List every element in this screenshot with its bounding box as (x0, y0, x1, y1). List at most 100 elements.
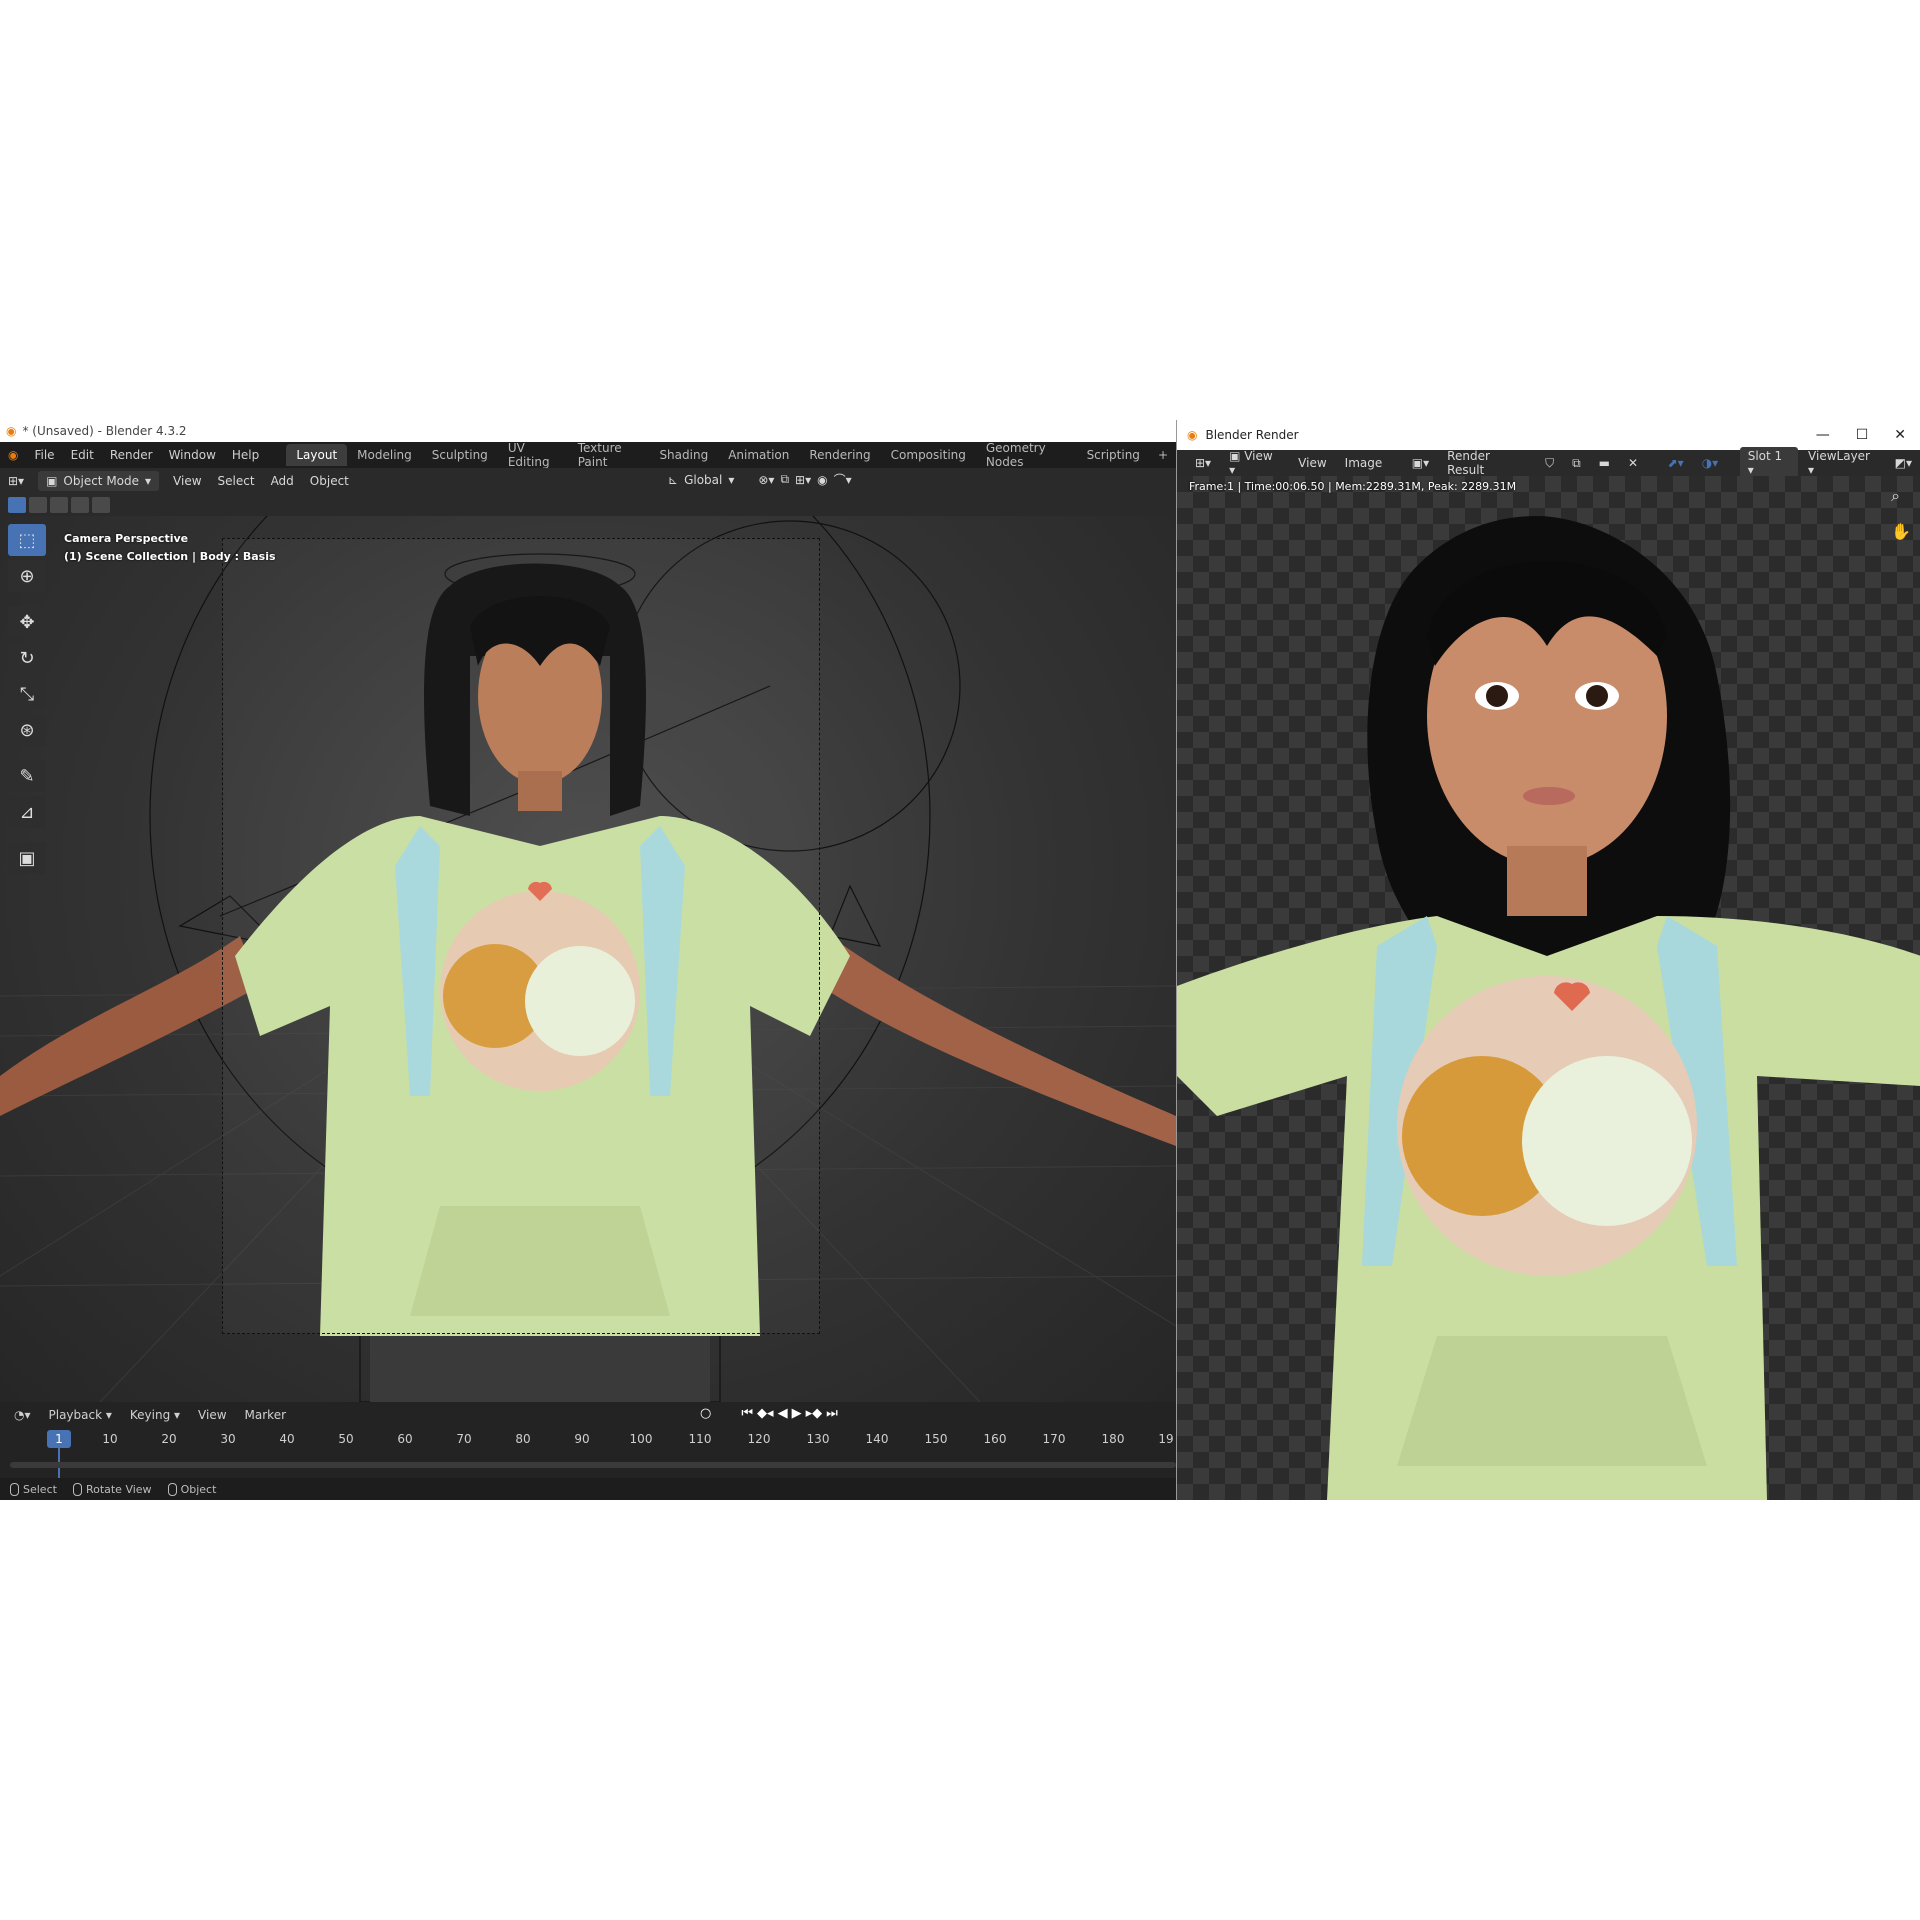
measure-icon[interactable]: ⊿ (8, 796, 46, 828)
transform-orientation-dropdown[interactable]: ⊾ Global ▾ ⊗▾ ⧉ ⊞▾ ◉ ⌒▾ (668, 471, 852, 488)
frame-tick: 130 (806, 1432, 830, 1446)
image-browse-icon[interactable]: ▣▾ (1404, 453, 1437, 473)
editor-type-icon[interactable]: ⊞▾ (0, 471, 32, 491)
chevron-down-icon: ▾ (728, 472, 735, 487)
3d-viewport[interactable]: Camera Perspective (1) Scene Collection … (0, 516, 1176, 1402)
tab-shading[interactable]: Shading (649, 444, 718, 466)
transform-icon[interactable]: ⊛ (8, 714, 46, 746)
select-extend-icon[interactable] (29, 497, 47, 513)
camera-frame (222, 538, 820, 1334)
menu-render[interactable]: Render (102, 448, 161, 462)
blender-logo-icon: ◉ (6, 424, 17, 438)
display-channels-icon[interactable]: ◩▾ (1887, 453, 1920, 473)
tab-layout[interactable]: Layout (286, 444, 348, 466)
proportional-edit-icon[interactable]: ◉ (817, 473, 827, 487)
zoom-icon[interactable]: ⌕ (1891, 486, 1911, 506)
current-frame-indicator[interactable]: 1 (47, 1430, 71, 1448)
window-title: * (Unsaved) - Blender 4.3.2 (22, 424, 187, 438)
render-result-canvas[interactable]: Frame:1 | Time:00:06.50 | Mem:2289.31M, … (1177, 476, 1920, 1500)
timeline-editor: ◔▾ Playback ▾ Keying ▾ View Marker ○ ⏮ ◆… (0, 1402, 1176, 1478)
auto-key-icon[interactable]: ○ (700, 1406, 711, 1421)
annotate-icon[interactable]: ✎ (8, 760, 46, 792)
tab-modeling[interactable]: Modeling (347, 444, 422, 466)
timeline-scrollbar[interactable] (10, 1462, 1176, 1468)
tool-shelf: ⬚ ⊕ ✥ ↻ ⤡ ⊛ ✎ ⊿ ▣ (8, 524, 48, 874)
frame-tick: 100 (629, 1432, 653, 1446)
play-icon[interactable]: ▶ (792, 1406, 802, 1421)
menu-edit[interactable]: Edit (63, 448, 102, 462)
render-window-title: Blender Render (1205, 428, 1299, 442)
rotate-icon[interactable]: ↻ (8, 642, 46, 674)
menu-help[interactable]: Help (224, 448, 267, 462)
view-layer-dropdown[interactable]: ViewLayer ▾ (1800, 446, 1885, 480)
close-icon[interactable]: ✕ (1894, 427, 1906, 443)
tab-scripting[interactable]: Scripting (1077, 444, 1150, 466)
selection-mode-bar (0, 494, 1176, 516)
slot-dropdown[interactable]: Slot 1 ▾ (1739, 447, 1799, 479)
menu-view[interactable]: View (165, 471, 209, 491)
scale-icon[interactable]: ⤡ (8, 678, 46, 710)
select-invert-icon[interactable] (71, 497, 89, 513)
cursor-icon[interactable]: ⊕ (8, 560, 46, 592)
overlay-icon[interactable]: ◑▾ (1694, 453, 1727, 473)
tab-compositing[interactable]: Compositing (881, 444, 976, 466)
gizmo-icon[interactable]: ⬈▾ (1660, 453, 1692, 473)
falloff-icon[interactable]: ⌒▾ (834, 471, 852, 488)
render-stats: Frame:1 | Time:00:06.50 | Mem:2289.31M, … (1189, 480, 1517, 493)
minimize-icon[interactable]: — (1816, 427, 1830, 443)
menu-timeline-view[interactable]: View (190, 1406, 234, 1424)
menu-file[interactable]: File (26, 448, 62, 462)
camera-perspective-label: Camera Perspective (64, 532, 189, 545)
unlink-image-icon[interactable]: ✕ (1620, 453, 1646, 473)
jump-start-icon[interactable]: ⏮ (741, 1406, 753, 1421)
object-mode-dropdown[interactable]: ▣ Object Mode ▾ (38, 471, 160, 491)
view-mode-dropdown[interactable]: ▣ View ▾ (1221, 446, 1288, 480)
viewport-header: ⊞▾ ▣ Object Mode ▾ View Select Add Objec… (0, 468, 1176, 494)
add-workspace-button[interactable]: + (1150, 448, 1176, 462)
render-pocket (1397, 1336, 1707, 1466)
snap-icon[interactable]: ⧉ (780, 472, 789, 487)
frame-tick: 90 (574, 1432, 590, 1446)
menu-playback[interactable]: Playback ▾ (41, 1406, 120, 1424)
status-object: Object (167, 1482, 216, 1496)
menu-image[interactable]: Image (1337, 453, 1391, 473)
select-new-icon[interactable] (8, 497, 26, 513)
mouse-right-icon (167, 1482, 177, 1496)
next-keyframe-icon[interactable]: ▸◆ (806, 1406, 823, 1421)
image-name[interactable]: Render Result (1439, 446, 1535, 480)
move-icon[interactable]: ✥ (8, 606, 46, 638)
pants (370, 1336, 710, 1402)
top-menubar: ◉ File Edit Render Window Help Layout Mo… (0, 441, 1176, 469)
select-box-icon[interactable]: ⬚ (8, 524, 46, 556)
open-image-icon[interactable]: ▬ (1591, 453, 1618, 473)
add-cube-icon[interactable]: ▣ (8, 842, 46, 874)
maximize-icon[interactable]: ☐ (1856, 427, 1869, 443)
select-subtract-icon[interactable] (50, 497, 68, 513)
menu-keying[interactable]: Keying ▾ (122, 1406, 188, 1424)
tab-sculpting[interactable]: Sculpting (422, 444, 498, 466)
menu-select[interactable]: Select (210, 471, 263, 491)
menu-object[interactable]: Object (302, 471, 357, 491)
menu-window[interactable]: Window (161, 448, 224, 462)
pivot-icon[interactable]: ⊗▾ (758, 473, 774, 487)
frame-tick: 110 (688, 1432, 712, 1446)
menu-add[interactable]: Add (263, 471, 302, 491)
prev-keyframe-icon[interactable]: ◆◂ (757, 1406, 774, 1421)
new-image-icon[interactable]: ⧉ (1564, 453, 1589, 474)
frame-ruler[interactable]: 1 10 20 30 40 50 60 70 80 90 100 110 120… (0, 1430, 1176, 1450)
menu-marker[interactable]: Marker (237, 1406, 294, 1424)
timeline-editor-type-icon[interactable]: ◔▾ (6, 1406, 39, 1424)
jump-end-icon[interactable]: ⏭ (826, 1406, 838, 1421)
frame-tick: 30 (220, 1432, 236, 1446)
image-editor-type-icon[interactable]: ⊞▾ (1187, 453, 1219, 473)
play-reverse-icon[interactable]: ◀ (778, 1406, 788, 1421)
blender-menu-icon[interactable]: ◉ (0, 448, 26, 462)
fake-user-icon[interactable]: ⛉ (1537, 453, 1562, 474)
pan-hand-icon[interactable]: ✋ (1891, 522, 1911, 541)
frame-tick: 50 (338, 1432, 354, 1446)
tab-animation[interactable]: Animation (718, 444, 799, 466)
select-intersect-icon[interactable] (92, 497, 110, 513)
tab-rendering[interactable]: Rendering (799, 444, 880, 466)
snap-target-icon[interactable]: ⊞▾ (795, 473, 811, 487)
menu-render-view[interactable]: View (1290, 453, 1334, 473)
